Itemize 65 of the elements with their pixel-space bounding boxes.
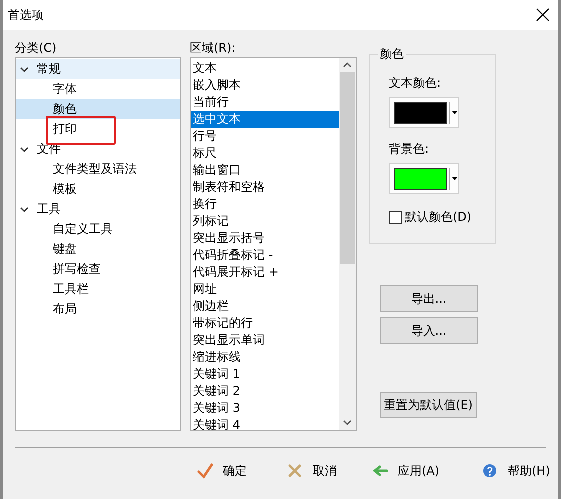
scrollbar[interactable] bbox=[339, 58, 356, 430]
list-item[interactable]: 突出显示单词 bbox=[191, 332, 339, 349]
side-button[interactable]: 导入... bbox=[380, 317, 478, 344]
tree-item[interactable]: 常规 bbox=[16, 59, 180, 79]
list-item[interactable]: 输出窗口 bbox=[191, 162, 339, 179]
list-item[interactable]: 关键词 1 bbox=[191, 366, 339, 383]
background-color-picker[interactable] bbox=[389, 163, 459, 194]
tree-item[interactable]: 拼写检查 bbox=[16, 259, 180, 279]
list-item[interactable]: 带标记的行 bbox=[191, 315, 339, 332]
highlight-frame bbox=[46, 116, 116, 145]
tree-item-label: 常规 bbox=[37, 61, 61, 78]
list-item[interactable]: 文本 bbox=[191, 60, 339, 77]
checkbox[interactable] bbox=[389, 210, 402, 224]
footer-button[interactable]: 确定 bbox=[193, 458, 283, 484]
close-icon[interactable] bbox=[536, 8, 550, 22]
list-item[interactable]: 嵌入脚本 bbox=[191, 77, 339, 94]
list-item[interactable]: 关键词 2 bbox=[191, 383, 339, 400]
footer-button[interactable]: 帮助(H) bbox=[478, 458, 558, 484]
list-item[interactable]: 代码展开标记 + bbox=[191, 264, 339, 281]
tree-item[interactable]: 模板 bbox=[16, 179, 180, 199]
arrow-icon bbox=[372, 463, 388, 479]
scrollbar-thumb[interactable] bbox=[340, 72, 355, 264]
list-item[interactable]: 关键词 3 bbox=[191, 400, 339, 417]
list-item[interactable]: 选中文本 bbox=[191, 111, 339, 128]
list-item[interactable]: 制表符和空格 bbox=[191, 179, 339, 196]
window-title: 首选项 bbox=[8, 7, 44, 24]
footer-button[interactable]: 取消 bbox=[283, 458, 368, 484]
tree-item[interactable]: 文件类型及语法 bbox=[16, 159, 180, 179]
list-item[interactable]: 行号 bbox=[191, 128, 339, 145]
check-icon bbox=[197, 463, 213, 479]
tree-item-label: 工具 bbox=[37, 201, 61, 218]
chevron-icon[interactable] bbox=[20, 64, 29, 74]
chevron-icon[interactable] bbox=[20, 204, 29, 214]
list-item[interactable]: 网址 bbox=[191, 281, 339, 298]
list-item[interactable]: 标尺 bbox=[191, 145, 339, 162]
footer-button[interactable]: 应用(A) bbox=[368, 458, 478, 484]
cross-icon bbox=[287, 463, 303, 479]
text-color-picker[interactable] bbox=[389, 97, 459, 128]
list-item[interactable]: 代码折叠标记 - bbox=[191, 247, 339, 264]
chevron-icon[interactable] bbox=[20, 144, 29, 154]
tree-item[interactable]: 布局 bbox=[16, 299, 180, 319]
side-button[interactable]: 导出... bbox=[380, 285, 478, 312]
text-color-label: 文本颜色: bbox=[389, 75, 442, 91]
tree-item[interactable]: 字体 bbox=[16, 79, 180, 99]
reset-button[interactable]: 重置为默认值(E) bbox=[380, 392, 477, 418]
dropdown-icon bbox=[452, 176, 458, 180]
group-title: 颜色 bbox=[378, 46, 406, 62]
tree-item[interactable]: 颜色 bbox=[16, 99, 180, 119]
tree-item[interactable]: 工具 bbox=[16, 199, 180, 219]
list-item[interactable]: 侧边栏 bbox=[191, 298, 339, 315]
tree-item[interactable]: 键盘 bbox=[16, 239, 180, 259]
help-icon bbox=[482, 463, 498, 479]
list-item[interactable]: 当前行 bbox=[191, 94, 339, 111]
background-color-label: 背景色: bbox=[389, 141, 430, 157]
tree-item[interactable]: 打印 bbox=[16, 119, 180, 139]
tree-item[interactable]: 工具栏 bbox=[16, 279, 180, 299]
list-item[interactable]: 换行 bbox=[191, 196, 339, 213]
dropdown-icon bbox=[452, 110, 458, 114]
category-label: 分类(C) bbox=[15, 40, 57, 57]
checkbox-label: 默认颜色(D) bbox=[405, 209, 472, 225]
list-item[interactable]: 突出显示括号 bbox=[191, 230, 339, 247]
area-label: 区域(R): bbox=[190, 40, 236, 57]
tree-item[interactable]: 自定义工具 bbox=[16, 219, 180, 239]
list-item[interactable]: 列标记 bbox=[191, 213, 339, 230]
list-item[interactable]: 缩进标线 bbox=[191, 349, 339, 366]
